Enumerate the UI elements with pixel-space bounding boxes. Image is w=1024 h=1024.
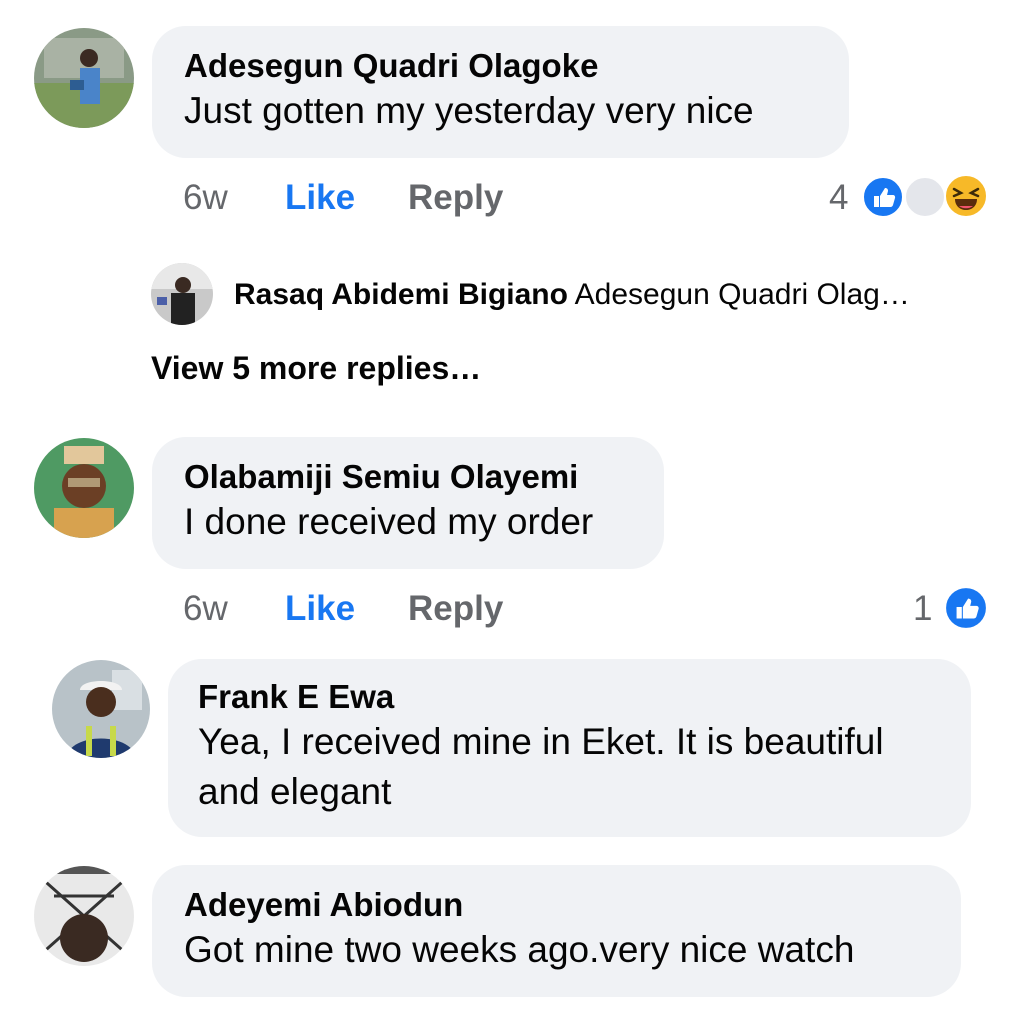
- avatar-rasaq[interactable]: [151, 263, 213, 325]
- comment-text: and elegant: [198, 771, 392, 812]
- reply-preview[interactable]: Rasaq Abidemi Bigiano Adesegun Quadri Ol…: [234, 275, 910, 315]
- comment-bubble: Frank E Ewa Yea, I received mine in Eket…: [168, 659, 971, 837]
- comment-author[interactable]: Frank E Ewa: [198, 677, 941, 717]
- comment-author[interactable]: Adeyemi Abiodun: [184, 885, 929, 925]
- comment-text: Just gotten my yesterday very nice: [184, 90, 754, 131]
- comment-bubble: Adesegun Quadri Olagoke Just gotten my y…: [152, 26, 849, 158]
- avatar-adeyemi[interactable]: [34, 866, 134, 966]
- like-button[interactable]: Like: [285, 176, 355, 220]
- comment-author[interactable]: Olabamiji Semiu Olayemi: [184, 457, 632, 497]
- comment-bubble: Adeyemi Abiodun Got mine two weeks ago.v…: [152, 865, 961, 997]
- comment-bubble: Olabamiji Semiu Olayemi I done received …: [152, 437, 664, 569]
- comment-text: Got mine two weeks ago.very nice watch: [184, 929, 855, 970]
- comment-actions: 6w Like Reply: [183, 176, 583, 220]
- like-icon[interactable]: [862, 176, 904, 218]
- view-more-replies[interactable]: View 5 more replies…: [151, 348, 481, 388]
- haha-icon[interactable]: [944, 174, 988, 218]
- reaction-count[interactable]: 1: [913, 587, 932, 631]
- like-icon[interactable]: [944, 586, 988, 630]
- like-button[interactable]: Like: [285, 587, 355, 631]
- reply-text: Adesegun Quadri Olag…: [574, 278, 910, 311]
- comment-time[interactable]: 6w: [183, 587, 228, 631]
- avatar-frank[interactable]: [52, 660, 150, 758]
- blank-reaction-icon[interactable]: [904, 176, 946, 218]
- comment-author[interactable]: Adesegun Quadri Olagoke: [184, 46, 817, 86]
- comment-time[interactable]: 6w: [183, 176, 228, 220]
- reply-author[interactable]: Rasaq Abidemi Bigiano: [234, 278, 568, 311]
- reaction-count[interactable]: 4: [829, 176, 848, 220]
- avatar-olabamiji[interactable]: [34, 438, 134, 538]
- reply-button[interactable]: Reply: [408, 587, 503, 631]
- comment-text: Yea, I received mine in Eket. It is beau…: [198, 721, 884, 762]
- comment-text: I done received my order: [184, 501, 594, 542]
- reply-button[interactable]: Reply: [408, 176, 503, 220]
- comment-actions: 6w Like Reply: [183, 587, 583, 631]
- avatar-adesegun[interactable]: [34, 28, 134, 128]
